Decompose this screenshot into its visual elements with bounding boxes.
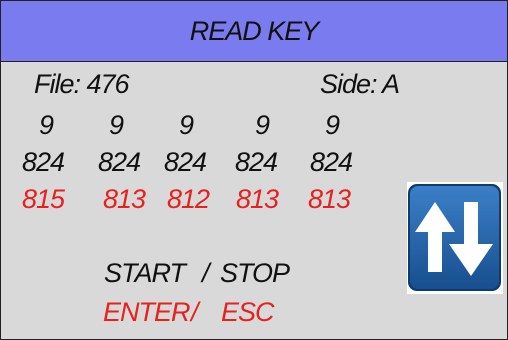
row3-value: 813 [103,184,146,214]
row3-value: 813 [308,184,351,214]
page-title: READ KEY [189,16,320,46]
row1-value: 9 [179,110,194,140]
start-stop-separator: / [202,258,209,288]
row1-value: 9 [109,110,124,140]
up-down-arrows-button[interactable] [407,182,503,294]
row1-value: 9 [325,110,340,140]
row2-value: 824 [310,147,353,177]
title-bar: READ KEY [1,1,507,62]
row1-value: 9 [39,110,54,140]
start-label[interactable]: START [104,258,186,288]
row2-value: 824 [22,147,65,177]
row1-value: 9 [255,110,270,140]
row2-value: 824 [98,147,141,177]
read-key-panel: READ KEY File: 476 Side: A 9 9 9 9 9 824… [0,0,508,340]
enter-label[interactable]: ENTER [103,297,191,327]
esc-label[interactable]: ESC [221,297,275,327]
row3-value: 813 [236,184,279,214]
row3-value: 812 [167,184,210,214]
file-label: File: 476 [34,69,130,99]
row2-value: 824 [164,147,207,177]
row3-value: 815 [22,184,65,214]
enter-esc-separator: / [191,297,198,327]
side-label: Side: A [320,69,400,99]
row2-value: 824 [235,147,278,177]
up-down-arrows-icon [408,184,501,291]
stop-label[interactable]: STOP [220,258,290,288]
